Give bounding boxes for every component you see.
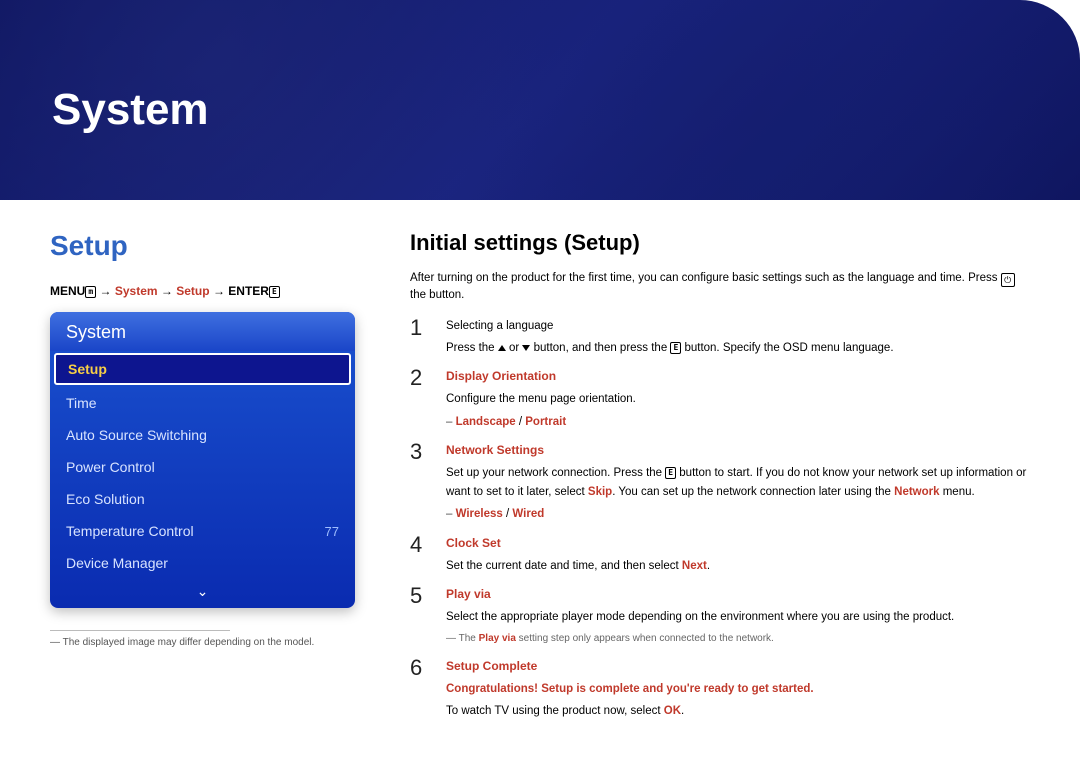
model-footnote: The displayed image may differ depending… xyxy=(50,637,360,648)
step-list: 1 Selecting a language Press the or butt… xyxy=(410,317,1030,725)
step-heading: Setup Complete xyxy=(446,657,1030,676)
step-text: To watch TV using the product now, selec… xyxy=(446,702,1030,720)
right-intro: After turning on the product for the fir… xyxy=(410,270,1030,305)
left-column: Setup MENUm → System → Setup → ENTERE Sy… xyxy=(50,230,390,731)
step-sub: Landscape / Portrait xyxy=(446,413,1030,431)
step-plain-heading: Selecting a language xyxy=(446,317,1030,335)
step-heading: Display Orientation xyxy=(446,367,1030,386)
step-text: Set the current date and time, and then … xyxy=(446,557,1030,575)
step-6: 6 Setup Complete Congratulations! Setup … xyxy=(410,657,1030,725)
enter-icon: E xyxy=(269,286,280,298)
page-content: Setup MENUm → System → Setup → ENTERE Sy… xyxy=(0,200,1080,731)
breadcrumb-menu: MENU xyxy=(50,284,85,298)
osd-item-label: Temperature Control xyxy=(66,523,194,539)
step-text: Press the or button, and then press the … xyxy=(446,339,1030,357)
step-1: 1 Selecting a language Press the or butt… xyxy=(410,317,1030,362)
step-body: Network Settings Set up your network con… xyxy=(446,441,1030,527)
chevron-down-icon: ⌄ xyxy=(197,583,209,599)
osd-item[interactable]: Auto Source Switching xyxy=(50,419,355,451)
step-number: 2 xyxy=(410,367,428,389)
osd-item-label: Device Manager xyxy=(66,555,168,571)
osd-item[interactable]: Device Manager xyxy=(50,547,355,579)
step-heading: Play via xyxy=(446,585,1030,604)
step-congrats: Congratulations! Setup is complete and y… xyxy=(446,680,1030,698)
osd-item[interactable]: Power Control xyxy=(50,451,355,483)
breadcrumb-arrow: → xyxy=(100,284,115,298)
step-sub: Wireless / Wired xyxy=(446,505,1030,523)
osd-item[interactable]: Temperature Control 77 xyxy=(50,515,355,547)
step-body: Clock Set Set the current date and time,… xyxy=(446,534,1030,580)
breadcrumb-arrow: → xyxy=(161,284,176,298)
step-body: Selecting a language Press the or button… xyxy=(446,317,1030,362)
chapter-title: System xyxy=(52,85,209,135)
osd-item-label: Auto Source Switching xyxy=(66,427,207,443)
power-icon: ⏻ xyxy=(1001,273,1015,287)
step-heading: Network Settings xyxy=(446,441,1030,460)
breadcrumb-system: System xyxy=(115,284,158,298)
osd-item[interactable]: Setup xyxy=(54,353,351,385)
step-text: Configure the menu page orientation. xyxy=(446,390,1030,408)
osd-item[interactable]: Time xyxy=(50,387,355,419)
osd-scroll-down[interactable]: ⌄ xyxy=(50,579,355,608)
osd-items: Setup Time Auto Source Switching Power Cont… xyxy=(50,353,355,579)
up-triangle-icon xyxy=(498,345,506,351)
step-body: Display Orientation Configure the menu p… xyxy=(446,367,1030,435)
divider xyxy=(50,630,230,631)
breadcrumb: MENUm → System → Setup → ENTERE xyxy=(50,284,360,298)
step-number: 3 xyxy=(410,441,428,463)
enter-icon: E xyxy=(670,342,681,354)
step-number: 1 xyxy=(410,317,428,339)
menu-icon: m xyxy=(85,286,96,298)
right-column: Initial settings (Setup) After turning o… xyxy=(390,230,1030,731)
breadcrumb-arrow: → xyxy=(213,284,228,298)
step-number: 4 xyxy=(410,534,428,556)
step-body: Setup Complete Congratulations! Setup is… xyxy=(446,657,1030,725)
step-text: Select the appropriate player mode depen… xyxy=(446,608,1030,626)
right-title: Initial settings (Setup) xyxy=(410,230,1030,256)
step-body: Play via Select the appropriate player m… xyxy=(446,585,1030,651)
step-note: The Play via setting step only appears w… xyxy=(446,631,1030,647)
step-4: 4 Clock Set Set the current date and tim… xyxy=(410,534,1030,580)
enter-icon: E xyxy=(665,467,676,479)
step-2: 2 Display Orientation Configure the menu… xyxy=(410,367,1030,435)
step-number: 5 xyxy=(410,585,428,607)
osd-item-label: Setup xyxy=(68,361,107,377)
osd-menu: System Setup Time Auto Source Switching Pow… xyxy=(50,312,355,608)
osd-item-value: 77 xyxy=(325,524,339,539)
osd-header: System xyxy=(50,312,355,351)
step-3: 3 Network Settings Set up your network c… xyxy=(410,441,1030,527)
step-text: Set up your network connection. Press th… xyxy=(446,464,1030,501)
step-heading: Clock Set xyxy=(446,534,1030,553)
chapter-banner: System xyxy=(0,0,1080,200)
breadcrumb-enter: ENTER xyxy=(228,284,269,298)
step-number: 6 xyxy=(410,657,428,679)
breadcrumb-setup: Setup xyxy=(176,284,209,298)
osd-item-label: Eco Solution xyxy=(66,491,145,507)
osd-item-label: Time xyxy=(66,395,97,411)
step-5: 5 Play via Select the appropriate player… xyxy=(410,585,1030,651)
section-title: Setup xyxy=(50,230,360,262)
osd-item[interactable]: Eco Solution xyxy=(50,483,355,515)
osd-item-label: Power Control xyxy=(66,459,155,475)
